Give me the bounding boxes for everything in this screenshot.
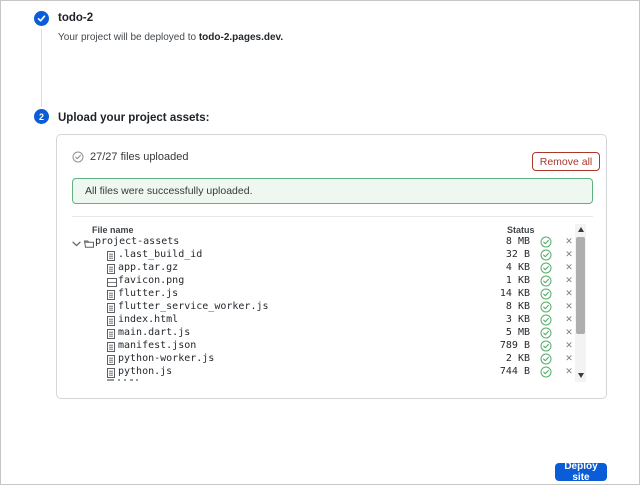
- file-size: 789 B: [500, 339, 530, 352]
- file-name: manifest.json: [118, 339, 196, 352]
- uploaded-check-icon: [540, 236, 552, 248]
- file-size: 744 B: [500, 365, 530, 378]
- file-icon: [107, 367, 115, 380]
- file-icon: [107, 264, 115, 274]
- uploaded-check-icon: [540, 366, 552, 380]
- file-name: flutter.js: [118, 287, 178, 300]
- step-number: 2: [39, 112, 44, 122]
- scrollbar-up-arrow-icon[interactable]: [575, 224, 586, 235]
- file-size: 14 KB: [500, 287, 530, 300]
- table-row[interactable]: .last_build_id 32 B ✕: [72, 248, 586, 261]
- file-name-column-header: File name: [92, 225, 134, 235]
- uploaded-check-icon: [540, 366, 552, 378]
- scrollbar-thumb[interactable]: [576, 237, 585, 334]
- remove-file-icon[interactable]: ✕: [563, 365, 575, 378]
- file-size: 5 MB: [506, 326, 530, 339]
- deploy-target-description: Your project will be deployed to todo-2.…: [58, 32, 283, 43]
- file-icon: [107, 251, 115, 261]
- remove-file-icon[interactable]: ✕: [563, 261, 575, 274]
- file-name: flutter_service_worker.js: [118, 300, 269, 313]
- upload-step-title: Upload your project assets:: [58, 112, 209, 124]
- file-name: project-assets: [95, 235, 179, 248]
- table-row[interactable]: flutter_service_worker.js 8 KB ✕: [72, 300, 586, 313]
- file-icon: [107, 290, 115, 300]
- page: todo-2 Your project will be deployed to …: [0, 0, 640, 485]
- scrollbar-down-arrow-icon[interactable]: [575, 370, 586, 381]
- file-size: 2 KB: [506, 352, 530, 365]
- file-icon: [107, 368, 115, 378]
- uploaded-check-icon: [540, 301, 552, 313]
- uploaded-check-icon: [540, 288, 552, 300]
- uploaded-check-icon: [540, 353, 552, 365]
- remove-file-icon[interactable]: ✕: [563, 300, 575, 313]
- status-column-header: Status: [507, 225, 535, 235]
- file-name: python.js: [118, 365, 172, 378]
- uploaded-check-icon: [540, 275, 552, 287]
- uploaded-check-icon: [540, 327, 552, 339]
- step-1-completed-indicator: [34, 11, 49, 26]
- file-size: 3 KB: [506, 313, 530, 326]
- remove-file-icon[interactable]: ✕: [563, 352, 575, 365]
- file-icon: [107, 303, 115, 313]
- file-icon: [107, 342, 115, 352]
- file-name: favicon.png: [118, 274, 184, 287]
- uploaded-check-icon: [540, 262, 552, 274]
- table-row[interactable]: manifest.json 789 B ✕: [72, 339, 586, 352]
- file-size: 8 MB: [506, 235, 530, 248]
- file-name: main.dart.js: [118, 326, 190, 339]
- remove-file-icon[interactable]: ✕: [563, 248, 575, 261]
- remove-file-icon[interactable]: ✕: [563, 339, 575, 352]
- project-name-title: todo-2: [58, 12, 93, 24]
- file-size: 8 KB: [506, 300, 530, 313]
- upload-summary-row: 27/27 files uploaded: [72, 151, 188, 163]
- file-name: app.tar.gz: [118, 261, 178, 274]
- file-list-scrollbar[interactable]: [575, 224, 586, 382]
- file-icon: [107, 329, 115, 339]
- remove-file-icon[interactable]: ✕: [563, 235, 575, 248]
- remove-all-button[interactable]: Remove all: [532, 152, 600, 171]
- uploaded-check-icon: [540, 340, 552, 352]
- file-size: 1 KB: [506, 274, 530, 287]
- file-list: project-assets8 MB✕.last_build_id32 B✕ap…: [72, 235, 586, 382]
- upload-success-banner: All files were successfully uploaded.: [72, 178, 593, 204]
- card-divider: [72, 216, 593, 217]
- step-2-indicator: 2: [34, 109, 49, 124]
- remove-file-icon[interactable]: ✕: [563, 274, 575, 287]
- file-icon: [107, 355, 115, 365]
- table-row[interactable]: project-assets 8 MB ✕: [72, 235, 586, 248]
- table-row[interactable]: index.html 3 KB ✕: [72, 313, 586, 326]
- image-icon: [107, 278, 117, 287]
- description-text: Your project will be deployed to: [58, 32, 199, 43]
- chevron-down-icon: [72, 240, 81, 248]
- file-size: 4 KB: [506, 261, 530, 274]
- file-name: python-worker.js: [118, 352, 214, 365]
- uploaded-summary-check-icon: [72, 151, 84, 163]
- files-uploaded-count: 27/27 files uploaded: [90, 151, 188, 163]
- uploaded-check-icon: [540, 249, 552, 261]
- deploy-site-button[interactable]: Deploy site: [555, 463, 607, 481]
- deploy-domain: todo-2.pages.dev.: [199, 32, 283, 43]
- step-connector-line: [41, 29, 42, 107]
- file-name: index.html: [118, 313, 178, 326]
- table-row[interactable]: python.js 744 B ✕: [72, 365, 586, 378]
- remove-file-icon[interactable]: ✕: [563, 287, 575, 300]
- file-size: 32 B: [506, 248, 530, 261]
- check-icon: [37, 14, 46, 23]
- uploaded-check-icon: [540, 314, 552, 326]
- file-icon: [107, 316, 115, 326]
- table-row[interactable]: main.dart.js 5 MB ✕: [72, 326, 586, 339]
- file-name: .last_build_id: [118, 248, 202, 261]
- table-row[interactable]: flutter.js 14 KB ✕: [72, 287, 586, 300]
- remove-file-icon[interactable]: ✕: [563, 313, 575, 326]
- upload-assets-card: 27/27 files uploaded Remove all All file…: [56, 134, 607, 399]
- table-row[interactable]: favicon.png 1 KB ✕: [72, 274, 586, 287]
- remove-file-icon[interactable]: ✕: [563, 326, 575, 339]
- table-row[interactable]: app.tar.gz 4 KB ✕: [72, 261, 586, 274]
- table-row[interactable]: python-worker.js 2 KB ✕: [72, 352, 586, 365]
- folder-icon: [84, 239, 94, 248]
- success-message: All files were successfully uploaded.: [85, 185, 253, 197]
